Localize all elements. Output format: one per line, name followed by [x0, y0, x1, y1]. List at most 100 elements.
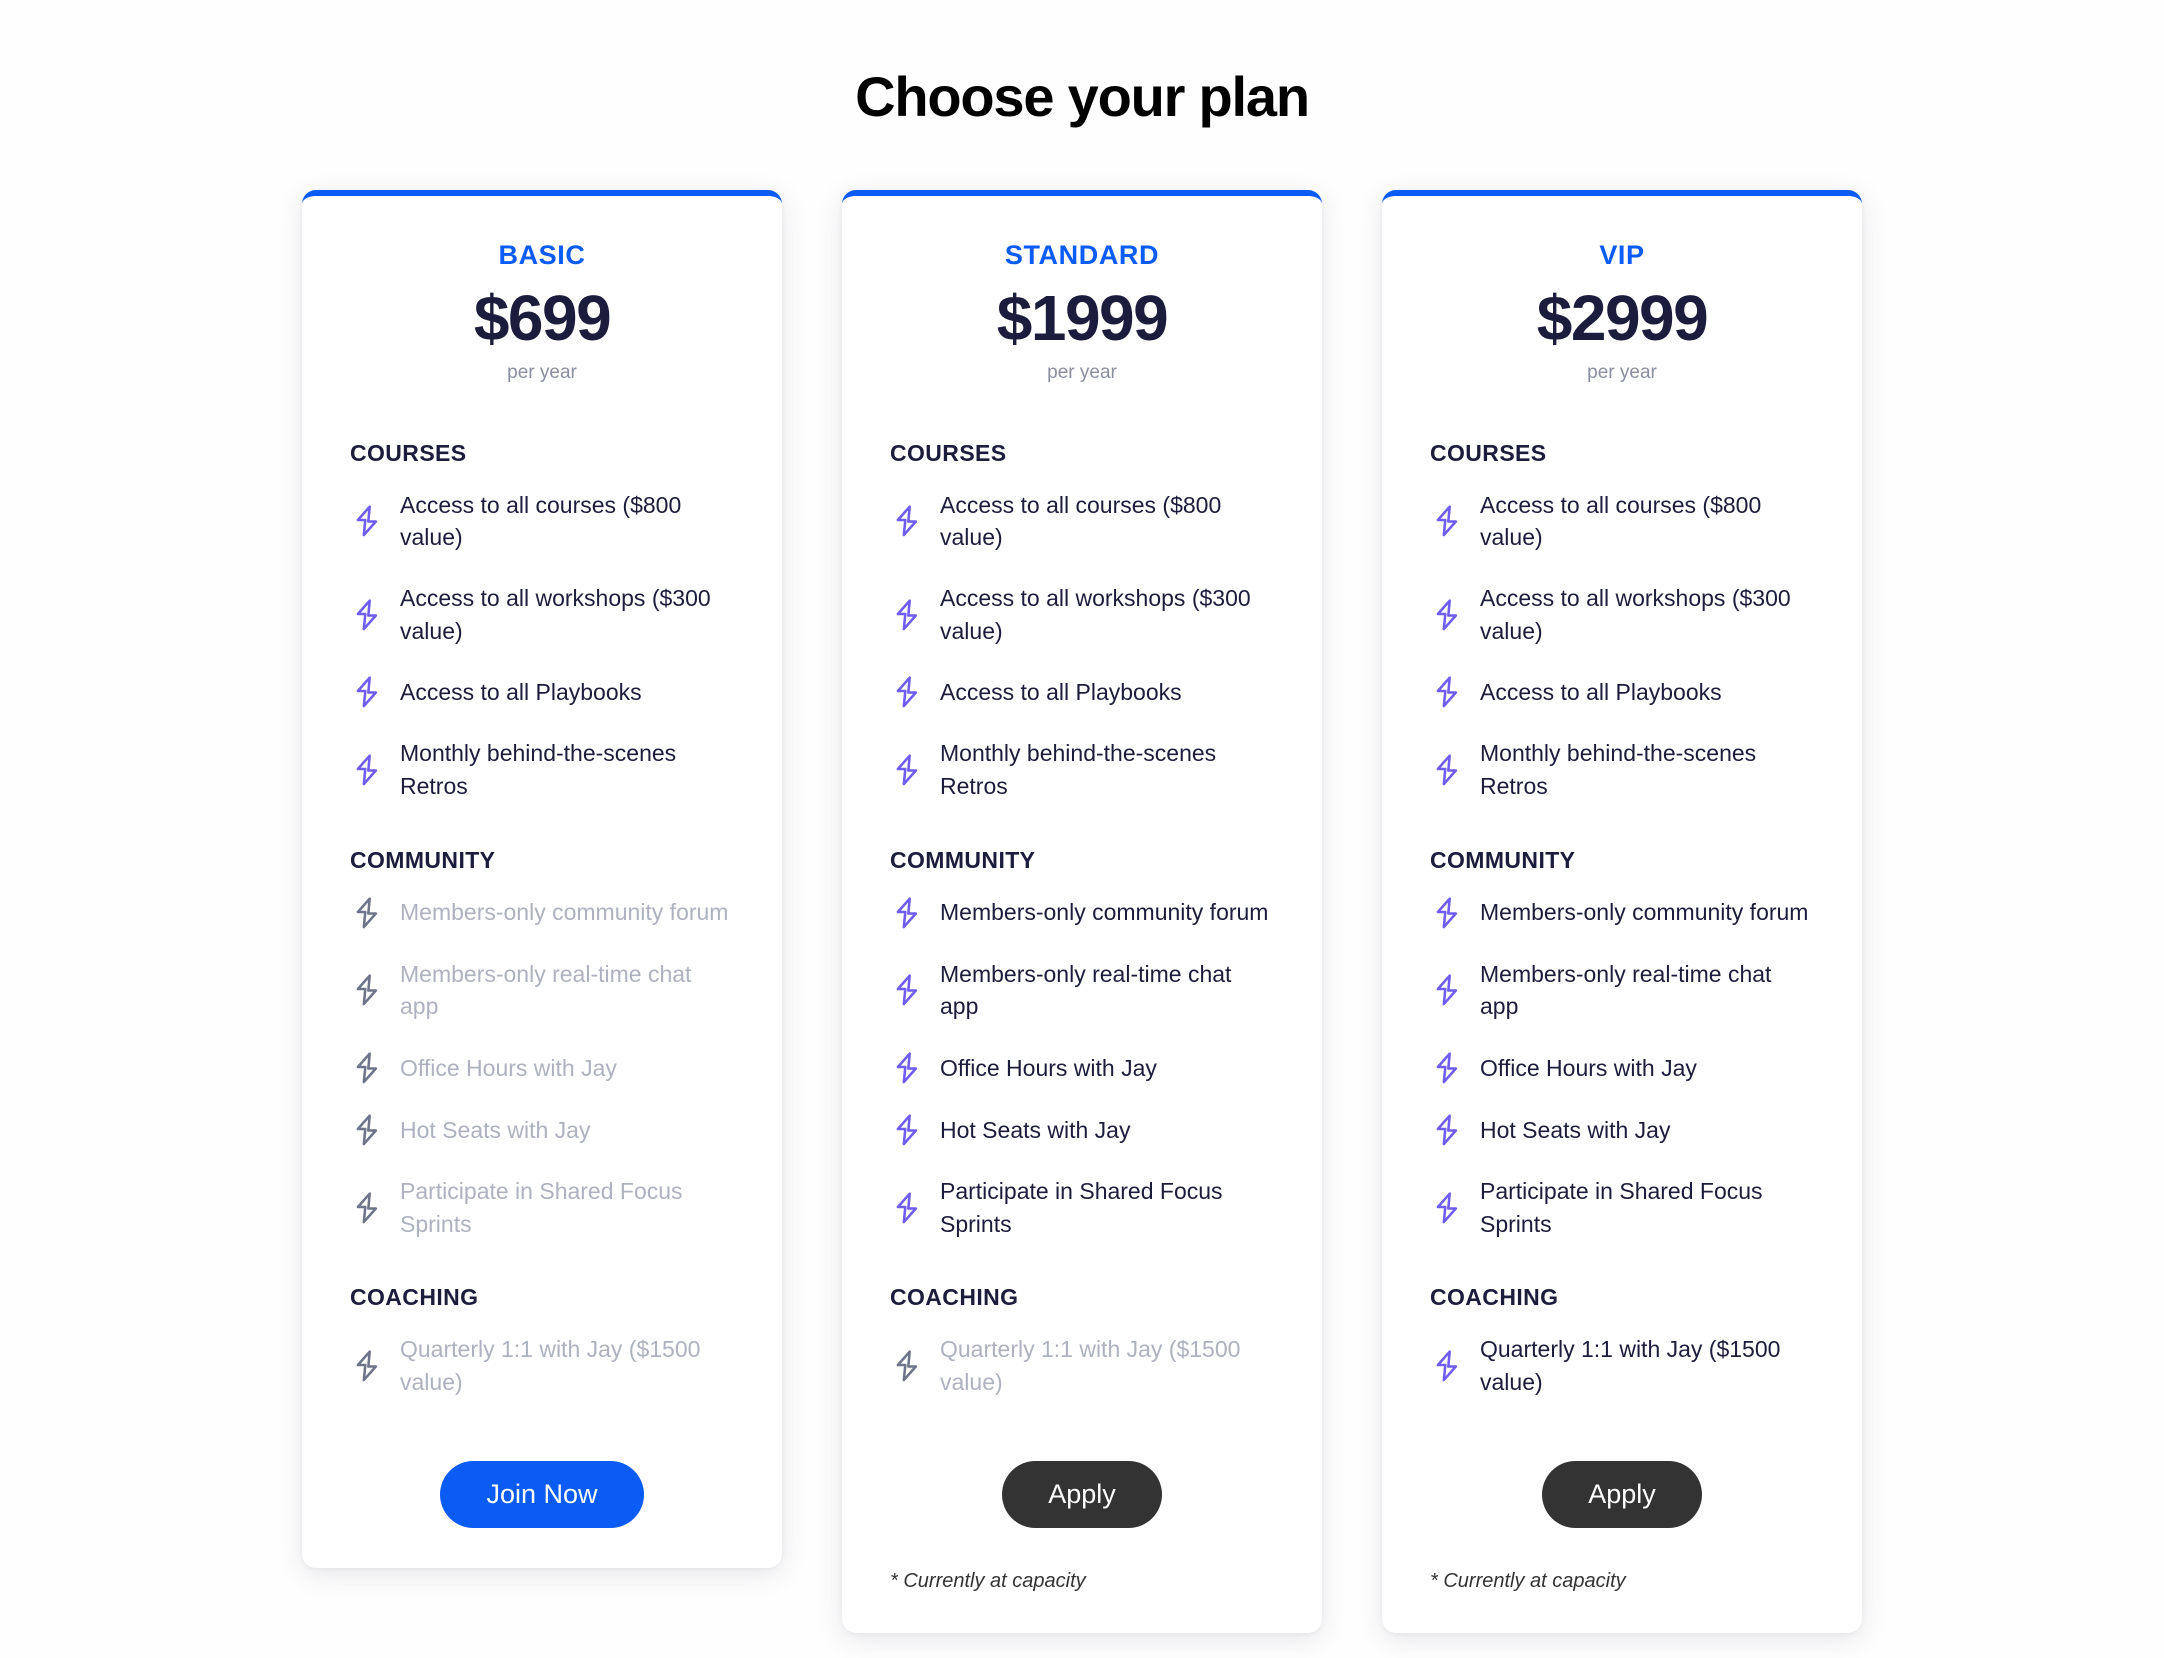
- feature-item: Access to all courses ($800 value): [1430, 489, 1814, 554]
- feature-item: Participate in Shared Focus Sprints: [1430, 1175, 1814, 1240]
- feature-item: Quarterly 1:1 with Jay ($1500 value): [350, 1333, 734, 1398]
- bolt-icon: [352, 973, 382, 1007]
- feature-label: Access to all workshops ($300 value): [940, 585, 1251, 644]
- bolt-icon: [892, 1051, 922, 1085]
- plan-feature-sections: COURSES Access to all courses ($800 value…: [350, 440, 734, 1399]
- feature-label: Access to all courses ($800 value): [1480, 491, 1762, 551]
- feature-item: Participate in Shared Focus Sprints: [890, 1175, 1274, 1240]
- feature-label: Members-only community forum: [1480, 899, 1809, 926]
- feature-label: Monthly behind-the-scenes Retros: [1480, 740, 1757, 800]
- feature-item: Members-only community forum: [890, 896, 1274, 930]
- feature-item: Office Hours with Jay: [350, 1051, 734, 1085]
- feature-section: COMMUNITY Members-only community forum Mem…: [350, 847, 734, 1241]
- bolt-icon: [1432, 753, 1462, 787]
- bolt-icon: [1432, 1191, 1462, 1225]
- bolt-icon: [352, 753, 382, 787]
- feature-section-title: COURSES: [1430, 439, 1547, 466]
- feature-item: Access to all courses ($800 value): [350, 489, 734, 554]
- pricing-card-standard: STANDARD $1999 per year COURSES Access to al…: [842, 189, 1322, 1633]
- feature-label: Monthly behind-the-scenes Retros: [400, 740, 677, 800]
- feature-label: Access to all workshops ($300 value): [400, 585, 711, 644]
- feature-label: Participate in Shared Focus Sprints: [940, 1178, 1223, 1237]
- bolt-icon: [892, 1191, 922, 1225]
- feature-item: Quarterly 1:1 with Jay ($1500 value): [1430, 1333, 1814, 1398]
- feature-label: Access to all courses ($800 value): [940, 491, 1222, 551]
- feature-item: Access to all Playbooks: [1430, 675, 1814, 709]
- plan-price: $2999: [1536, 281, 1709, 354]
- plan-price: $1999: [996, 281, 1169, 354]
- bolt-icon: [1432, 1113, 1462, 1147]
- bolt-icon: [1432, 598, 1462, 632]
- feature-label: Office Hours with Jay: [400, 1054, 617, 1081]
- bolt-icon: [892, 504, 922, 538]
- feature-section-title: COURSES: [890, 439, 1007, 466]
- feature-item: Hot Seats with Jay: [1430, 1113, 1814, 1147]
- bolt-icon: [352, 1349, 382, 1383]
- feature-item: Access to all workshops ($300 value): [890, 582, 1274, 647]
- feature-item: Members-only real-time chat app: [1430, 958, 1814, 1023]
- bolt-icon: [892, 973, 922, 1007]
- feature-item: Hot Seats with Jay: [890, 1113, 1274, 1147]
- bolt-icon: [892, 753, 922, 787]
- plan-name: VIP: [1599, 239, 1645, 270]
- plan-cta-button-basic[interactable]: Join Now: [440, 1460, 644, 1528]
- bolt-icon: [1432, 1051, 1462, 1085]
- feature-item: Hot Seats with Jay: [350, 1113, 734, 1147]
- bolt-icon: [1432, 675, 1462, 709]
- feature-label: Quarterly 1:1 with Jay ($1500 value): [1480, 1336, 1781, 1395]
- plan-billing-period: per year: [1587, 361, 1657, 383]
- page-title: Choose your plan: [855, 65, 1310, 128]
- feature-label: Access to all Playbooks: [1480, 679, 1722, 706]
- feature-item: Access to all courses ($800 value): [890, 489, 1274, 554]
- feature-item: Monthly behind-the-scenes Retros: [1430, 737, 1814, 802]
- feature-label: Members-only community forum: [400, 899, 729, 926]
- feature-item: Members-only community forum: [1430, 896, 1814, 930]
- bolt-icon: [1432, 504, 1462, 538]
- feature-section: COACHING Quarterly 1:1 with Jay ($1500 va…: [1430, 1284, 1814, 1398]
- plan-feature-sections: COURSES Access to all courses ($800 value…: [1430, 440, 1814, 1399]
- feature-item: Access to all Playbooks: [350, 675, 734, 709]
- plan-cta-button-vip[interactable]: Apply: [1542, 1460, 1702, 1528]
- feature-label: Access to all workshops ($300 value): [1480, 585, 1791, 644]
- bolt-icon: [352, 1113, 382, 1147]
- feature-section: COACHING Quarterly 1:1 with Jay ($1500 va…: [350, 1284, 734, 1398]
- feature-label: Office Hours with Jay: [940, 1054, 1157, 1081]
- feature-section-title: COMMUNITY: [1430, 846, 1576, 873]
- bolt-icon: [352, 896, 382, 930]
- feature-item: Quarterly 1:1 with Jay ($1500 value): [890, 1333, 1274, 1398]
- bolt-icon: [892, 1349, 922, 1383]
- feature-label: Hot Seats with Jay: [940, 1116, 1131, 1143]
- bolt-icon: [352, 1051, 382, 1085]
- bolt-icon: [1432, 973, 1462, 1007]
- feature-label: Access to all Playbooks: [940, 679, 1182, 706]
- feature-label: Members-only real-time chat app: [1480, 960, 1772, 1020]
- feature-label: Participate in Shared Focus Sprints: [400, 1178, 683, 1237]
- feature-item: Access to all workshops ($300 value): [350, 582, 734, 647]
- pricing-page: Choose your plan BASIC $699 per year COURSE…: [0, 0, 2164, 1658]
- feature-item: Access to all workshops ($300 value): [1430, 582, 1814, 647]
- bolt-icon: [1432, 896, 1462, 930]
- bolt-icon: [892, 675, 922, 709]
- pricing-card-vip: VIP $2999 per year COURSES Access to all cou…: [1382, 189, 1862, 1633]
- bolt-icon: [892, 896, 922, 930]
- bolt-icon: [352, 598, 382, 632]
- pricing-cards-row: BASIC $699 per year COURSES Access to all co…: [0, 189, 2164, 1633]
- feature-label: Office Hours with Jay: [1480, 1054, 1697, 1081]
- feature-section: COMMUNITY Members-only community forum Mem…: [1430, 847, 1814, 1241]
- plan-cta-button-standard[interactable]: Apply: [1002, 1460, 1162, 1528]
- feature-section: COURSES Access to all courses ($800 value…: [350, 440, 734, 803]
- plan-feature-sections: COURSES Access to all courses ($800 value…: [890, 440, 1274, 1399]
- plan-price: $699: [473, 281, 612, 354]
- feature-label: Quarterly 1:1 with Jay ($1500 value): [400, 1336, 701, 1395]
- feature-item: Members-only real-time chat app: [350, 958, 734, 1023]
- capacity-footnote: * Currently at capacity: [890, 1569, 1086, 1592]
- plan-billing-period: per year: [1047, 361, 1117, 383]
- feature-label: Members-only community forum: [940, 899, 1269, 926]
- feature-section-title: COACHING: [1430, 1284, 1559, 1311]
- cta-wrap: Apply: [890, 1460, 1274, 1528]
- feature-section: COURSES Access to all courses ($800 value…: [890, 440, 1274, 803]
- feature-label: Quarterly 1:1 with Jay ($1500 value): [940, 1336, 1241, 1395]
- feature-item: Participate in Shared Focus Sprints: [350, 1175, 734, 1240]
- feature-item: Access to all Playbooks: [890, 675, 1274, 709]
- capacity-footnote: * Currently at capacity: [1430, 1569, 1626, 1592]
